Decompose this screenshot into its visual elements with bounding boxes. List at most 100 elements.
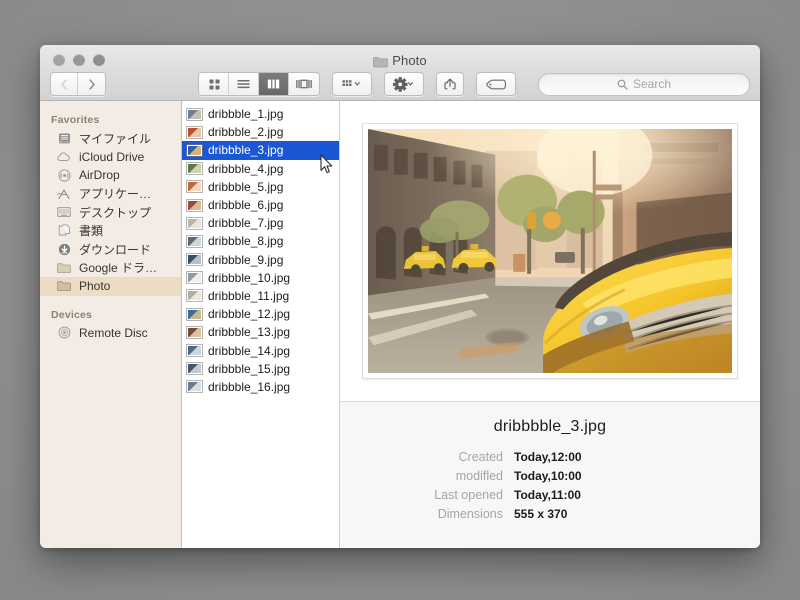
airdrop-icon bbox=[56, 168, 72, 182]
toolbar: Search bbox=[40, 71, 760, 97]
file-list-item[interactable]: dribbble_1.jpg bbox=[182, 105, 339, 123]
file-thumbnail-icon bbox=[187, 308, 202, 320]
file-list-item[interactable]: dribbble_8.jpg bbox=[182, 232, 339, 250]
file-list-item[interactable]: dribbble_7.jpg bbox=[182, 214, 339, 232]
file-list-item[interactable]: dribbble_16.jpg bbox=[182, 378, 339, 396]
info-row: Dimensions 555 x 370 bbox=[340, 506, 760, 523]
tags-button[interactable] bbox=[477, 73, 515, 95]
file-list-item[interactable]: dribbble_6.jpg bbox=[182, 196, 339, 214]
finder-window: Photo Search Favorites マイファイル iCloud Dri… bbox=[40, 45, 760, 548]
file-list-item[interactable]: dribbble_11.jpg bbox=[182, 287, 339, 305]
sidebar-item-applications[interactable]: アプリケー… bbox=[40, 185, 181, 204]
file-thumbnail-icon bbox=[187, 345, 202, 357]
file-name: dribbble_5.jpg bbox=[208, 179, 284, 194]
folder-icon bbox=[56, 261, 72, 275]
file-name: dribbble_7.jpg bbox=[208, 216, 284, 231]
file-list-item[interactable]: dribbble_2.jpg bbox=[182, 123, 339, 141]
share-icon bbox=[444, 78, 456, 89]
file-list-item[interactable]: dribbble_4.jpg bbox=[182, 160, 339, 178]
list-view-button[interactable] bbox=[229, 73, 259, 95]
arrange-group bbox=[332, 72, 372, 96]
info-row-label: Created bbox=[458, 450, 503, 464]
file-list-item[interactable]: dribbble_10.jpg bbox=[182, 269, 339, 287]
file-thumbnail-icon bbox=[187, 108, 202, 120]
info-row-value: 555 x 370 bbox=[514, 507, 568, 521]
file-thumbnail-icon bbox=[187, 235, 202, 247]
file-thumbnail-icon bbox=[187, 199, 202, 211]
forward-button[interactable] bbox=[78, 73, 105, 95]
file-name: dribbble_8.jpg bbox=[208, 234, 284, 249]
info-row-value: Today,12:00 bbox=[514, 450, 582, 464]
preview-area bbox=[340, 101, 760, 402]
sidebar-item-label: アプリケー… bbox=[79, 187, 152, 202]
share-button[interactable] bbox=[437, 73, 463, 95]
file-thumbnail-icon bbox=[187, 217, 202, 229]
file-list-item[interactable]: dribbble_9.jpg bbox=[182, 251, 339, 269]
disc-icon bbox=[56, 326, 72, 340]
file-name: dribbble_14.jpg bbox=[208, 343, 291, 358]
file-thumbnail-icon bbox=[187, 326, 202, 338]
sidebar: Favorites マイファイル iCloud Drive AirDrop アプ… bbox=[40, 101, 182, 548]
file-list-item[interactable]: dribbble_15.jpg bbox=[182, 360, 339, 378]
chevron-right-icon bbox=[88, 78, 95, 90]
sidebar-item-remote-disc[interactable]: Remote Disc bbox=[40, 324, 181, 343]
sidebar-item-label: Google ドラ… bbox=[79, 261, 158, 276]
title-bar[interactable]: Photo Search bbox=[40, 45, 760, 101]
info-row-label: Dimensions bbox=[437, 507, 503, 521]
sidebar-item-label: Remote Disc bbox=[79, 325, 148, 340]
file-list-item[interactable]: dribbble_3.jpg bbox=[182, 141, 339, 160]
sidebar-item-label: Photo bbox=[79, 279, 111, 294]
documents-icon bbox=[56, 224, 72, 238]
file-name: dribbble_13.jpg bbox=[208, 325, 291, 340]
file-name: dribbble_15.jpg bbox=[208, 361, 291, 376]
info-row-label: Last opened bbox=[434, 488, 503, 502]
file-name: dribbble_9.jpg bbox=[208, 252, 284, 267]
sidebar-item-photo[interactable]: Photo bbox=[40, 277, 181, 296]
sidebar-item-documents[interactable]: 書類 bbox=[40, 222, 181, 241]
file-list-item[interactable]: dribbble_12.jpg bbox=[182, 305, 339, 323]
applications-icon bbox=[56, 187, 72, 201]
search-icon bbox=[617, 79, 628, 90]
columns-icon bbox=[267, 79, 280, 89]
sidebar-item-label: iCloud Drive bbox=[79, 149, 145, 164]
sidebar-item-icloud-drive[interactable]: iCloud Drive bbox=[40, 148, 181, 167]
sidebar-item-desktop[interactable]: デスクトップ bbox=[40, 203, 181, 222]
tag-icon bbox=[486, 79, 507, 89]
file-name: dribbble_3.jpg bbox=[208, 143, 284, 158]
sidebar-item-airdrop[interactable]: AirDrop bbox=[40, 166, 181, 185]
window-title-text: Photo bbox=[392, 53, 427, 68]
downloads-icon bbox=[56, 242, 72, 256]
column-view-button[interactable] bbox=[259, 73, 289, 95]
file-list-item[interactable]: dribbble_13.jpg bbox=[182, 323, 339, 341]
file-list-item[interactable]: dribbble_14.jpg bbox=[182, 341, 339, 359]
sidebar-item-google-drive[interactable]: Google ドラ… bbox=[40, 259, 181, 278]
sidebar-item-downloads[interactable]: ダウンロード bbox=[40, 240, 181, 259]
desktop-icon bbox=[56, 205, 72, 219]
share-group bbox=[436, 72, 464, 96]
file-list[interactable]: dribbble_1.jpg dribbble_2.jpg dribbble_3.j… bbox=[182, 101, 340, 548]
file-thumbnail-icon bbox=[187, 181, 202, 193]
sidebar-item-label: デスクトップ bbox=[79, 205, 152, 220]
file-thumbnail-icon bbox=[187, 144, 202, 156]
info-panel: dribbbble_3.jpg Created Today,12:00 modifl… bbox=[340, 402, 760, 548]
sidebar-item-label: AirDrop bbox=[79, 168, 120, 183]
action-button[interactable] bbox=[385, 73, 423, 95]
chevron-left-icon bbox=[61, 78, 67, 90]
page-title: Photo bbox=[40, 53, 760, 71]
file-name: dribbble_12.jpg bbox=[208, 307, 291, 322]
tags-group bbox=[476, 72, 516, 96]
file-name: dribbble_10.jpg bbox=[208, 270, 291, 285]
sidebar-section-header-devices: Devices bbox=[51, 308, 93, 321]
file-thumbnail-icon bbox=[187, 163, 202, 175]
file-list-item[interactable]: dribbble_5.jpg bbox=[182, 178, 339, 196]
search-input[interactable]: Search bbox=[538, 72, 750, 96]
file-name: dribbble_2.jpg bbox=[208, 125, 284, 140]
icon-view-button[interactable] bbox=[199, 73, 229, 95]
search-placeholder: Search bbox=[632, 77, 672, 91]
info-rows: Created Today,12:00 modifled Today,10:00 Las… bbox=[340, 449, 760, 523]
arrange-button[interactable] bbox=[333, 73, 371, 95]
coverflow-view-button[interactable] bbox=[289, 73, 319, 95]
preview-image bbox=[368, 129, 732, 373]
back-button[interactable] bbox=[51, 73, 78, 95]
sidebar-item-my-files[interactable]: マイファイル bbox=[40, 129, 181, 148]
